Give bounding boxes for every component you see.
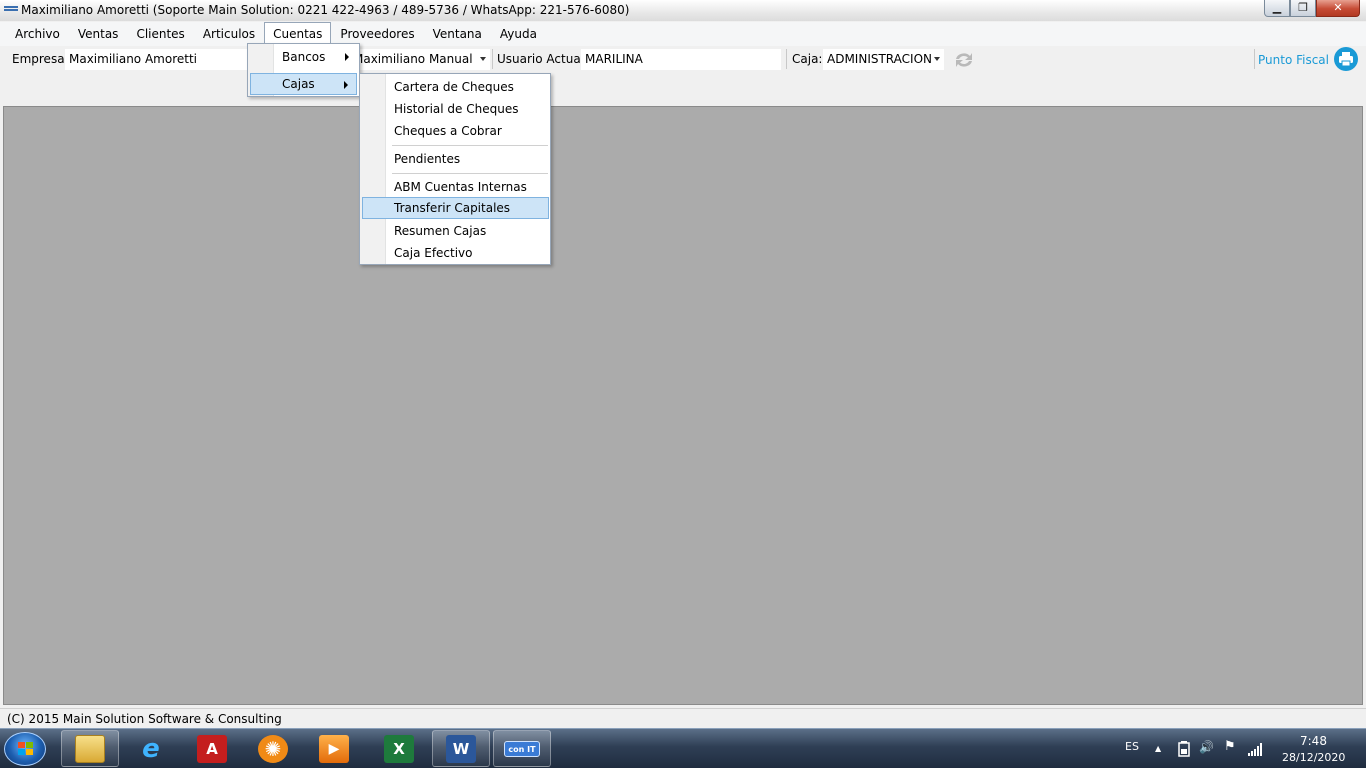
- menu-item-bancos[interactable]: Bancos: [250, 46, 357, 68]
- separator: [1254, 49, 1255, 69]
- taskbar-main-solution[interactable]: con IT: [493, 730, 551, 767]
- app-icon: [4, 6, 18, 14]
- menu-ayuda[interactable]: Ayuda: [491, 22, 546, 46]
- separator: [786, 49, 787, 69]
- clock-date[interactable]: 28/12/2020: [1282, 751, 1345, 764]
- cajas-submenu: Cartera de Cheques Historial de Cheques …: [359, 73, 551, 265]
- menu-item-cartera-de-cheques[interactable]: Cartera de Cheques: [362, 76, 548, 98]
- menu-separator: [392, 145, 548, 146]
- media-player-icon: ▶: [319, 734, 349, 763]
- tray-expand-icon[interactable]: ▲: [1155, 744, 1161, 753]
- maximize-button[interactable]: ❐: [1290, 0, 1316, 17]
- vendedor-combo[interactable]: Maximiliano Manual: [352, 49, 490, 70]
- windows-logo-icon: [18, 742, 33, 755]
- cuentas-menu: Bancos Cajas: [247, 43, 360, 97]
- mdi-workspace: [3, 106, 1363, 705]
- menu-item-cheques-a-cobrar[interactable]: Cheques a Cobrar: [362, 120, 548, 142]
- battery-icon[interactable]: [1178, 741, 1190, 757]
- taskbar-excel[interactable]: X: [370, 730, 428, 767]
- caja-value: ADMINISTRACION: [827, 52, 932, 66]
- autocad-icon: A: [197, 734, 227, 763]
- language-indicator[interactable]: ES: [1125, 740, 1139, 753]
- menu-item-cajas[interactable]: Cajas: [250, 73, 357, 95]
- ie-icon: e: [142, 733, 160, 764]
- status-copyright: (C) 2015 Main Solution Software & Consul…: [7, 712, 282, 726]
- app-window-icon: con IT: [504, 740, 540, 757]
- caja-combo[interactable]: ADMINISTRACION: [823, 49, 944, 70]
- signal-icon[interactable]: [1248, 742, 1264, 756]
- menu-item-caja-efectivo[interactable]: Caja Efectivo: [362, 242, 548, 264]
- gear-icon: ✺: [258, 734, 288, 763]
- menu-item-resumen-cajas[interactable]: Resumen Cajas: [362, 220, 548, 242]
- minimize-button[interactable]: ▁: [1264, 0, 1290, 17]
- excel-icon: X: [384, 734, 414, 763]
- taskbar-autocad[interactable]: A: [183, 730, 241, 767]
- window-title: Maximiliano Amoretti (Soporte Main Solut…: [21, 3, 630, 17]
- menu-separator: [392, 173, 548, 174]
- menu-item-pendientes[interactable]: Pendientes: [362, 148, 548, 170]
- menu-bar: Archivo Ventas Clientes Articulos Cuenta…: [0, 22, 1366, 46]
- chevron-right-icon: [344, 81, 348, 89]
- menu-item-label: Bancos: [282, 50, 326, 64]
- chevron-down-icon: [480, 57, 486, 61]
- chevron-down-icon: [934, 57, 940, 61]
- taskbar-internet-explorer[interactable]: e: [122, 730, 180, 767]
- menu-ventana[interactable]: Ventana: [424, 22, 491, 46]
- menu-ventas[interactable]: Ventas: [69, 22, 128, 46]
- taskbar-media-player[interactable]: ▶: [305, 730, 363, 767]
- empresa-label: Empresa:: [12, 52, 69, 66]
- caja-label: Caja:: [792, 52, 823, 66]
- volume-icon[interactable]: 🔊: [1199, 740, 1214, 754]
- taskbar-word[interactable]: W: [432, 730, 490, 767]
- clock-time[interactable]: 7:48: [1300, 734, 1327, 748]
- taskbar-explorer[interactable]: [61, 730, 119, 767]
- title-bar: Maximiliano Amoretti (Soporte Main Solut…: [0, 0, 1366, 21]
- menu-archivo[interactable]: Archivo: [6, 22, 69, 46]
- menu-item-label: Cajas: [282, 77, 315, 91]
- refresh-icon[interactable]: [953, 50, 975, 70]
- menu-item-transferir-capitales[interactable]: Transferir Capitales: [362, 197, 549, 219]
- folder-icon: [75, 734, 105, 763]
- close-button[interactable]: ✕: [1316, 0, 1360, 17]
- usuario-label: Usuario Actual:: [497, 52, 589, 66]
- info-bar: Empresa: Maximiliano Amoretti Maximilian…: [0, 46, 1366, 74]
- menu-item-historial-de-cheques[interactable]: Historial de Cheques: [362, 98, 548, 120]
- chevron-right-icon: [345, 53, 349, 61]
- menu-item-abm-cuentas-internas[interactable]: ABM Cuentas Internas: [362, 176, 548, 198]
- vendedor-value: Maximiliano Manual: [353, 52, 473, 66]
- flag-icon[interactable]: ⚑: [1224, 739, 1236, 754]
- status-bar: (C) 2015 Main Solution Software & Consul…: [0, 708, 1366, 728]
- separator: [492, 49, 493, 69]
- menu-clientes[interactable]: Clientes: [127, 22, 193, 46]
- printer-icon[interactable]: [1334, 47, 1358, 71]
- word-icon: W: [446, 734, 476, 763]
- taskbar-settings[interactable]: ✺: [244, 730, 302, 767]
- usuario-field[interactable]: MARILINA: [581, 49, 781, 70]
- punto-fiscal-link[interactable]: Punto Fiscal: [1258, 53, 1329, 67]
